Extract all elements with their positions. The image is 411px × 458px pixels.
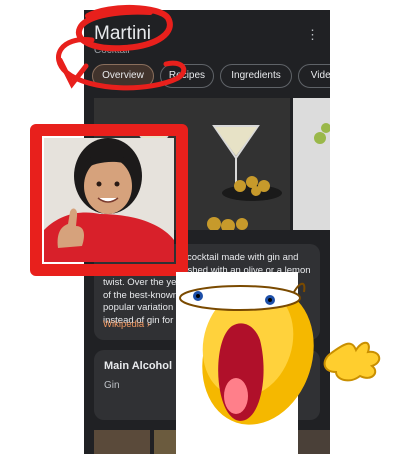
shocked-emoji-sticker	[176, 272, 381, 458]
girl-thumbs-up-photo	[30, 124, 188, 276]
annotation-overlay	[30, 5, 381, 458]
